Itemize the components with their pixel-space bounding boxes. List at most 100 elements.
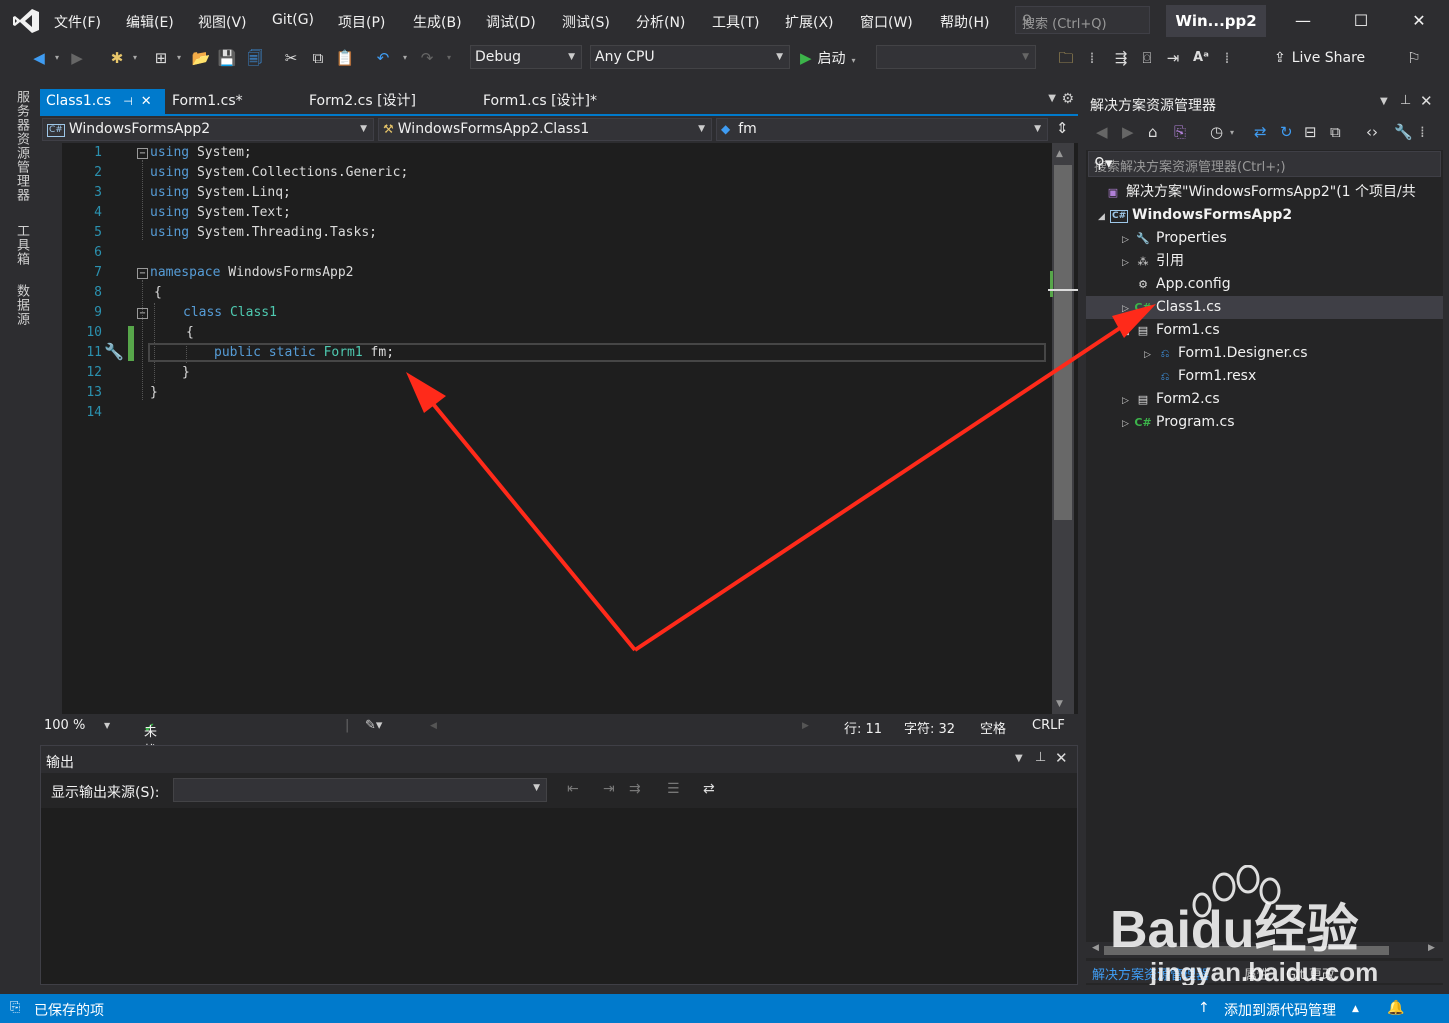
menu-git[interactable]: Git(G) — [272, 12, 314, 28]
cleanup-brush-icon[interactable]: ✎▾ — [365, 718, 382, 733]
minimize-icon[interactable]: — — [1280, 6, 1326, 36]
fold-toggle-icon[interactable]: − — [137, 268, 148, 279]
solution-explorer-horizontal-scrollbar[interactable]: ◀ ▶ — [1086, 942, 1443, 958]
menu-debug[interactable]: 调试(D) — [486, 12, 536, 32]
goto-next-icon[interactable]: ⇥ — [603, 781, 615, 797]
pending-changes-filter-icon[interactable]: ◷ — [1210, 123, 1223, 141]
scroll-right-icon[interactable]: ▶ — [802, 721, 809, 731]
close-icon[interactable]: ✕ — [141, 94, 152, 109]
quick-actions-wrench-icon[interactable]: 🔧 — [104, 342, 124, 361]
notifications-bell-icon[interactable]: 🔔 — [1387, 1000, 1404, 1016]
font-size-icon[interactable]: Aᵃ — [1190, 47, 1212, 69]
find-in-files-icon[interactable]: 🗀 — [1055, 47, 1077, 69]
toolbar-overflow-icon[interactable]: ⁞ — [1420, 123, 1425, 141]
toolbar-options-icon[interactable]: ⁞ — [1081, 47, 1103, 69]
tree-item-solution[interactable]: ▣ 解决方案"WindowsFormsApp2"(1 个项目/共 — [1104, 181, 1416, 204]
tree-item-class1[interactable]: ▷ C# Class1.cs — [1086, 296, 1443, 319]
platform-select[interactable]: Any CPU ▼ — [590, 45, 790, 69]
tab-form2-designer[interactable]: Form2.cs [设计] — [303, 89, 473, 114]
show-all-files-icon[interactable]: ⧉ — [1330, 123, 1341, 141]
undo-icon[interactable]: ↶ — [372, 47, 394, 69]
navigate-forward-icon[interactable]: ▶ — [66, 47, 88, 69]
home-icon[interactable]: ⌂ — [1148, 123, 1158, 141]
menu-project[interactable]: 项目(P) — [338, 12, 385, 32]
pin-icon[interactable]: ⊥ — [1400, 93, 1411, 108]
tab-list-dropdown-icon[interactable]: ▼ — [1048, 93, 1056, 104]
filter-dropdown-icon[interactable]: ▾ — [1230, 128, 1234, 137]
cut-icon[interactable]: ✂ — [280, 47, 302, 69]
copy-icon[interactable]: ⧉ — [307, 47, 329, 69]
goto-previous-icon[interactable]: ⇤ — [567, 781, 579, 797]
member-select[interactable]: ◆ fm ▼ — [716, 118, 1048, 141]
project-select[interactable]: C# WindowsFormsApp2 ▼ — [42, 118, 374, 141]
switch-views-icon[interactable]: ⎘ — [1174, 123, 1186, 141]
tab-class1[interactable]: Class1.cs ⊣ ✕ — [40, 89, 165, 114]
tree-item-form1-resx[interactable]: ⎌ Form1.resx — [1156, 365, 1257, 388]
format-icon[interactable]: ⇶ — [1110, 47, 1132, 69]
menu-help[interactable]: 帮助(H) — [940, 12, 989, 32]
menu-analyze[interactable]: 分析(N) — [636, 12, 685, 32]
tree-item-project[interactable]: ◢ C# WindowsFormsApp2 — [1098, 204, 1292, 227]
scroll-up-icon[interactable]: ▲ — [1056, 149, 1063, 159]
redo-dropdown-icon[interactable]: ▾ — [438, 47, 460, 69]
scroll-left-icon[interactable]: ◀ — [1092, 943, 1099, 953]
debug-target-select[interactable]: ▼ — [876, 45, 1036, 69]
expanded-triangle-icon[interactable]: ◢ — [1098, 206, 1110, 229]
add-to-source-control-button[interactable]: 添加到源代码管理 — [1224, 1000, 1336, 1020]
configuration-select[interactable]: Debug ▼ — [470, 45, 582, 69]
word-wrap-icon[interactable]: ⇄ — [703, 781, 715, 797]
menu-file[interactable]: 文件(F) — [54, 12, 101, 32]
tree-item-properties[interactable]: ▷ 🔧 Properties — [1122, 227, 1227, 250]
view-code-icon[interactable]: ‹› — [1366, 123, 1378, 141]
scroll-down-icon[interactable]: ▼ — [1056, 699, 1063, 709]
zoom-dropdown-icon[interactable]: ▼ — [104, 721, 110, 730]
start-debugging-button[interactable]: ▶ 启动 ▾ — [800, 46, 856, 70]
global-search-input[interactable]: 搜索 (Ctrl+Q) ⚲ — [1015, 6, 1150, 34]
pin-icon[interactable]: ⊥ — [1035, 750, 1046, 765]
maximize-icon[interactable]: ☐ — [1338, 6, 1384, 36]
collapse-all-icon[interactable]: ⊟ — [1304, 123, 1317, 141]
whitespace-indicator[interactable]: 空格 — [980, 718, 1006, 737]
find-message-icon[interactable]: ⇉ — [629, 781, 641, 797]
collapsed-triangle-icon[interactable]: ▷ — [1122, 413, 1134, 436]
properties-icon[interactable]: 🔧 — [1394, 123, 1413, 141]
feedback-icon[interactable]: ⚐ — [1403, 47, 1425, 69]
tree-item-form1[interactable]: ◢ ▤ Form1.cs — [1122, 319, 1220, 342]
tree-item-program[interactable]: ▷ C# Program.cs — [1122, 411, 1235, 434]
chevron-up-icon[interactable]: ▲ — [1352, 1004, 1359, 1014]
close-window-icon[interactable]: ✕ — [1396, 6, 1442, 36]
expanded-triangle-icon[interactable]: ◢ — [1122, 321, 1134, 344]
scrollbar-thumb[interactable] — [1054, 165, 1072, 520]
live-share-button[interactable]: ⇪ Live Share — [1274, 50, 1365, 66]
save-icon[interactable]: 💾 — [216, 47, 238, 69]
undo-dropdown-icon[interactable]: ▾ — [394, 47, 416, 69]
refresh-icon[interactable]: ↻ — [1280, 123, 1293, 141]
bottom-tab-properties[interactable]: 属性 — [1244, 964, 1270, 983]
save-all-icon[interactable]: 🗐 — [244, 47, 266, 69]
toolbar-overflow-icon[interactable]: ⁞ — [1216, 47, 1238, 69]
tree-item-references[interactable]: ▷ ⁂ 引用 — [1122, 250, 1184, 273]
back-dropdown-icon[interactable]: ▾ — [46, 47, 68, 69]
panel-dropdown-icon[interactable]: ▼ — [1380, 96, 1388, 107]
menu-test[interactable]: 测试(S) — [562, 12, 610, 32]
panel-dropdown-icon[interactable]: ▼ — [1015, 753, 1023, 764]
tree-item-form2[interactable]: ▷ ▤ Form2.cs — [1122, 388, 1220, 411]
fold-toggle-icon[interactable]: − — [137, 148, 148, 159]
bottom-tab-solution-explorer[interactable]: 解决方案资源管理器 — [1092, 964, 1209, 983]
line-indicator[interactable]: 行: 11 — [844, 718, 882, 737]
start-dropdown-icon[interactable]: ▾ — [852, 56, 856, 65]
new-project-dropdown-icon[interactable]: ▾ — [124, 47, 146, 69]
clear-all-icon[interactable]: ☰ — [667, 781, 680, 797]
menu-window[interactable]: 窗口(W) — [860, 12, 913, 32]
tab-form1[interactable]: Form1.cs* — [166, 89, 296, 114]
bottom-tab-git-changes[interactable]: Git 更改 — [1286, 964, 1335, 983]
char-indicator[interactable]: 字符: 32 — [904, 718, 955, 737]
menu-view[interactable]: 视图(V) — [198, 12, 247, 32]
collapsed-triangle-icon[interactable]: ▷ — [1122, 229, 1134, 252]
back-icon[interactable]: ◀ — [1096, 123, 1108, 141]
scroll-left-icon[interactable]: ◀ — [430, 721, 437, 731]
close-icon[interactable]: ✕ — [1420, 92, 1433, 110]
zoom-level[interactable]: 100 % — [44, 718, 85, 733]
collapsed-triangle-icon[interactable]: ▷ — [1122, 298, 1134, 321]
output-text-area[interactable] — [41, 808, 1077, 984]
